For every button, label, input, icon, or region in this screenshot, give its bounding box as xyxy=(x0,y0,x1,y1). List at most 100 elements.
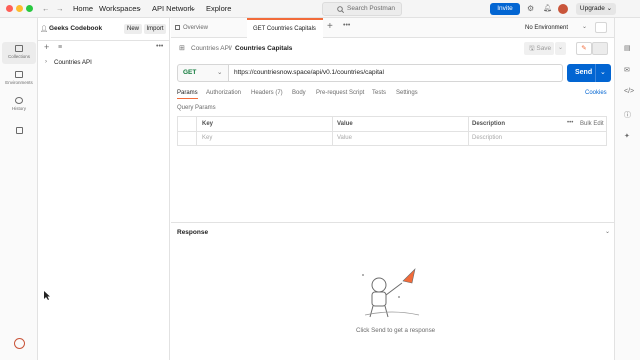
close-window-button[interactable] xyxy=(6,5,13,12)
method-label: GET xyxy=(183,69,197,76)
url-input[interactable]: https://countriesnow.space/api/v0.1/coun… xyxy=(229,64,563,82)
more-tabs-icon[interactable]: ••• xyxy=(343,22,350,29)
forward-arrow-icon[interactable]: → xyxy=(56,4,64,13)
tab-request-label: GET Countries Capitals xyxy=(253,26,316,32)
collections-icon xyxy=(15,45,23,52)
maximize-window-button[interactable] xyxy=(26,5,33,12)
astronaut-illustration-icon xyxy=(362,268,420,318)
edit-pencil-icon[interactable]: ✎ xyxy=(576,42,592,55)
send-label: Send xyxy=(575,69,593,76)
save-button[interactable]: 🖫︎ Save xyxy=(524,42,554,55)
tab-bar: Overview GET Countries Capitals + ••• No… xyxy=(171,18,614,38)
chevron-down-icon[interactable]: ⌄ xyxy=(137,5,142,12)
import-label: Import xyxy=(146,26,164,32)
nav-collections[interactable]: Collections xyxy=(2,42,36,64)
tab-overview[interactable]: Overview xyxy=(171,18,247,38)
docs-icon[interactable]: ▤ xyxy=(624,44,631,52)
nav-history[interactable]: History xyxy=(2,94,36,116)
left-nav-rail: Collections Environments History xyxy=(0,18,38,360)
more-options-icon[interactable]: ••• xyxy=(156,43,163,50)
tree-item-countries-api[interactable]: › Countries API xyxy=(44,58,164,68)
tab-authorization[interactable]: Authorization xyxy=(206,90,241,96)
breadcrumb-separator: / xyxy=(230,45,232,52)
breadcrumb-parent[interactable]: Countries API xyxy=(191,45,231,52)
nav-history-label: History xyxy=(11,106,26,111)
nav-configure[interactable] xyxy=(2,124,36,146)
divider xyxy=(38,40,170,41)
tab-tests[interactable]: Tests xyxy=(372,90,386,96)
back-arrow-icon[interactable]: ← xyxy=(42,4,50,13)
environment-select[interactable]: No Environment xyxy=(525,25,568,31)
add-icon[interactable]: + xyxy=(44,42,49,52)
nav-collections-label: Collections xyxy=(7,54,30,59)
save-options-chevron-icon[interactable]: ⌄ xyxy=(555,42,566,55)
chevron-down-icon[interactable]: ⌄ xyxy=(605,228,610,235)
key-input[interactable]: Key xyxy=(202,135,212,141)
tab-pre-request-script[interactable]: Pre-request Script xyxy=(316,90,364,96)
chevron-down-icon[interactable]: ⌄ xyxy=(191,5,196,12)
info-icon[interactable]: ⓘ xyxy=(624,110,631,120)
response-label: Response xyxy=(177,229,209,236)
code-icon[interactable]: </> xyxy=(624,88,634,95)
empty-response-text: Click Send to get a response xyxy=(356,327,436,334)
method-select[interactable]: GET ⌄ xyxy=(177,64,229,82)
chevron-down-icon[interactable]: ⌄ xyxy=(582,23,587,30)
divider xyxy=(332,117,333,145)
tab-overview-label: Overview xyxy=(183,25,209,31)
invite-label: Invite xyxy=(497,5,513,12)
documentation-icon[interactable] xyxy=(592,42,608,55)
title-bar: ← → Home Workspaces ⌄ API Network ⌄ Expl… xyxy=(0,0,640,18)
tab-body[interactable]: Body xyxy=(292,90,306,96)
tab-countries-capitals[interactable]: GET Countries Capitals xyxy=(247,18,323,38)
description-input[interactable]: Description xyxy=(472,135,502,141)
new-button[interactable]: New xyxy=(124,24,142,34)
environments-icon xyxy=(15,71,23,78)
add-tab-icon[interactable]: + xyxy=(327,21,333,32)
overview-icon xyxy=(175,25,180,30)
tab-params[interactable]: Params xyxy=(177,90,198,99)
save-label: Save xyxy=(536,45,552,52)
nav-environments[interactable]: Environments xyxy=(2,68,36,90)
response-pane: Response ⌄ Click Send to get a response xyxy=(171,222,614,360)
divider xyxy=(178,131,606,132)
new-label: New xyxy=(126,26,139,32)
nav-home[interactable]: Home xyxy=(73,4,93,13)
upgrade-button[interactable]: Upgrade ⌄ xyxy=(576,3,616,15)
grid-icon xyxy=(15,127,23,134)
history-icon xyxy=(15,97,23,104)
mouse-cursor-icon xyxy=(44,291,50,300)
bell-icon[interactable]: 🔔︎ xyxy=(543,4,552,12)
nav-workspaces[interactable]: Workspaces xyxy=(99,4,140,13)
divider xyxy=(196,117,197,145)
nav-api-network[interactable]: API Network xyxy=(152,4,194,13)
send-button[interactable]: Send ⌄ xyxy=(567,64,611,82)
tab-headers[interactable]: Headers (7) xyxy=(251,90,283,96)
divider xyxy=(468,117,469,145)
status-icon[interactable] xyxy=(14,338,25,349)
right-context-bar: ▤ ✉ </> ⓘ ✦ xyxy=(614,18,640,360)
chevron-down-icon: ⌄ xyxy=(604,5,613,12)
nav-environments-label: Environments xyxy=(5,80,33,85)
column-header-description: Description xyxy=(472,121,506,127)
avatar[interactable] xyxy=(558,4,568,14)
import-button[interactable]: Import xyxy=(144,24,166,34)
bulk-edit-button[interactable]: Bulk Edit xyxy=(580,121,604,127)
invite-button[interactable]: Invite xyxy=(490,3,520,15)
minimize-window-button[interactable] xyxy=(16,5,23,12)
settings-gear-icon[interactable]: ⚙ xyxy=(527,4,534,13)
lightbulb-icon[interactable]: ✦ xyxy=(624,132,630,140)
workspace-name: Geeks Codebook xyxy=(49,25,103,32)
workspace-icon: 👤︎ xyxy=(40,26,49,33)
environment-quick-look-icon[interactable] xyxy=(595,22,607,33)
nav-explore[interactable]: Explore xyxy=(206,4,231,13)
chevron-down-icon[interactable]: ⌄ xyxy=(600,64,606,82)
chevron-right-icon: › xyxy=(45,59,47,65)
upgrade-label: Upgrade xyxy=(579,5,605,12)
filter-icon[interactable]: ≡ xyxy=(58,44,62,51)
more-options-icon[interactable]: ••• xyxy=(567,120,573,126)
tab-settings[interactable]: Settings xyxy=(396,90,418,96)
search-input[interactable]: Search Postman xyxy=(322,2,402,16)
comments-icon[interactable]: ✉ xyxy=(624,66,630,74)
cookies-link[interactable]: Cookies xyxy=(585,90,607,96)
value-input[interactable]: Value xyxy=(337,135,352,141)
